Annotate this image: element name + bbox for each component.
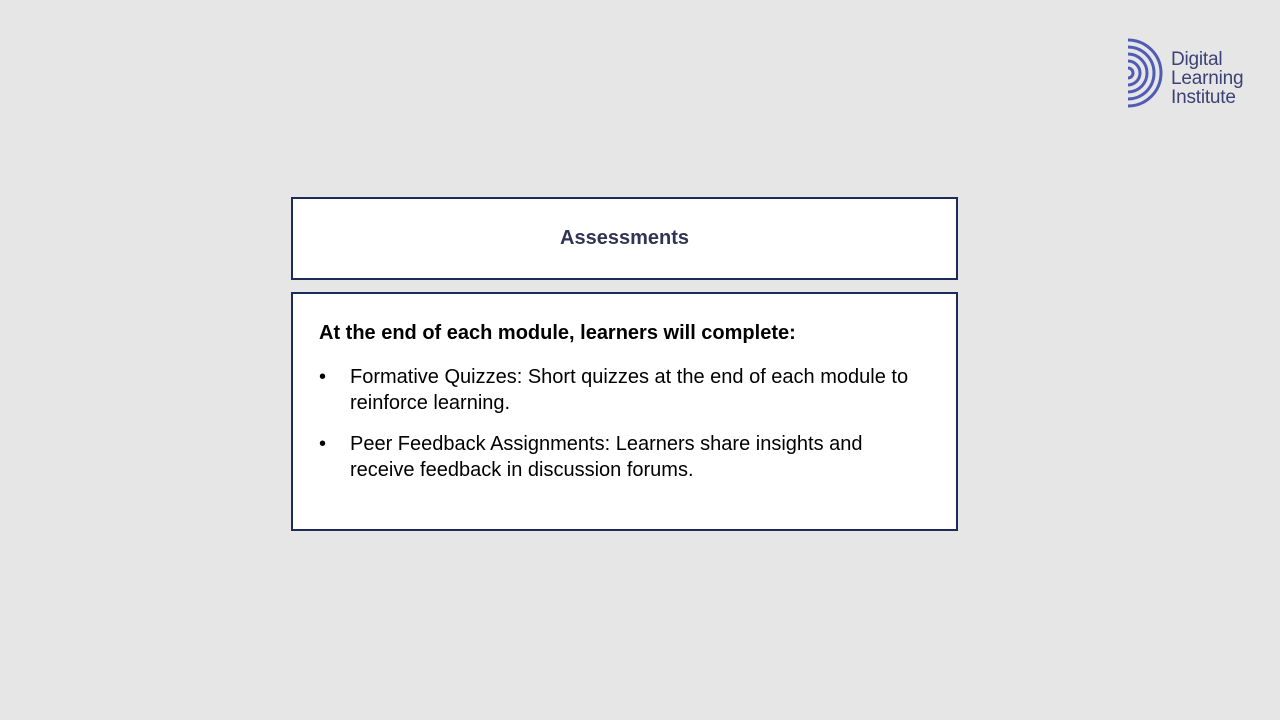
- intro-text: At the end of each module, learners will…: [319, 322, 796, 344]
- logo-line-3: Institute: [1171, 87, 1236, 108]
- bullet-item-formative-quizzes: • Formative Quizzes: Short quizzes at th…: [319, 364, 929, 416]
- bullet-list: • Formative Quizzes: Short quizzes at th…: [319, 364, 929, 498]
- logo-line-2: Learning: [1171, 68, 1244, 89]
- logo-mark-icon: [1127, 38, 1163, 108]
- bullet-marker: •: [319, 366, 327, 388]
- bullet-marker: •: [319, 433, 327, 455]
- title-box: Assessments: [291, 197, 958, 280]
- logo-text: Digital Learning Institute: [1171, 49, 1244, 108]
- bullet-item-peer-feedback: • Peer Feedback Assignments: Learners sh…: [319, 431, 929, 483]
- logo-line-1: Digital: [1171, 49, 1223, 70]
- slide-title: Assessments: [560, 227, 689, 249]
- digital-learning-institute-logo: Digital Learning Institute: [1126, 38, 1266, 110]
- content-box: At the end of each module, learners will…: [291, 292, 958, 531]
- bullet-text: Peer Feedback Assignments: Learners shar…: [350, 433, 863, 481]
- bullet-text: Formative Quizzes: Short quizzes at the …: [350, 366, 909, 414]
